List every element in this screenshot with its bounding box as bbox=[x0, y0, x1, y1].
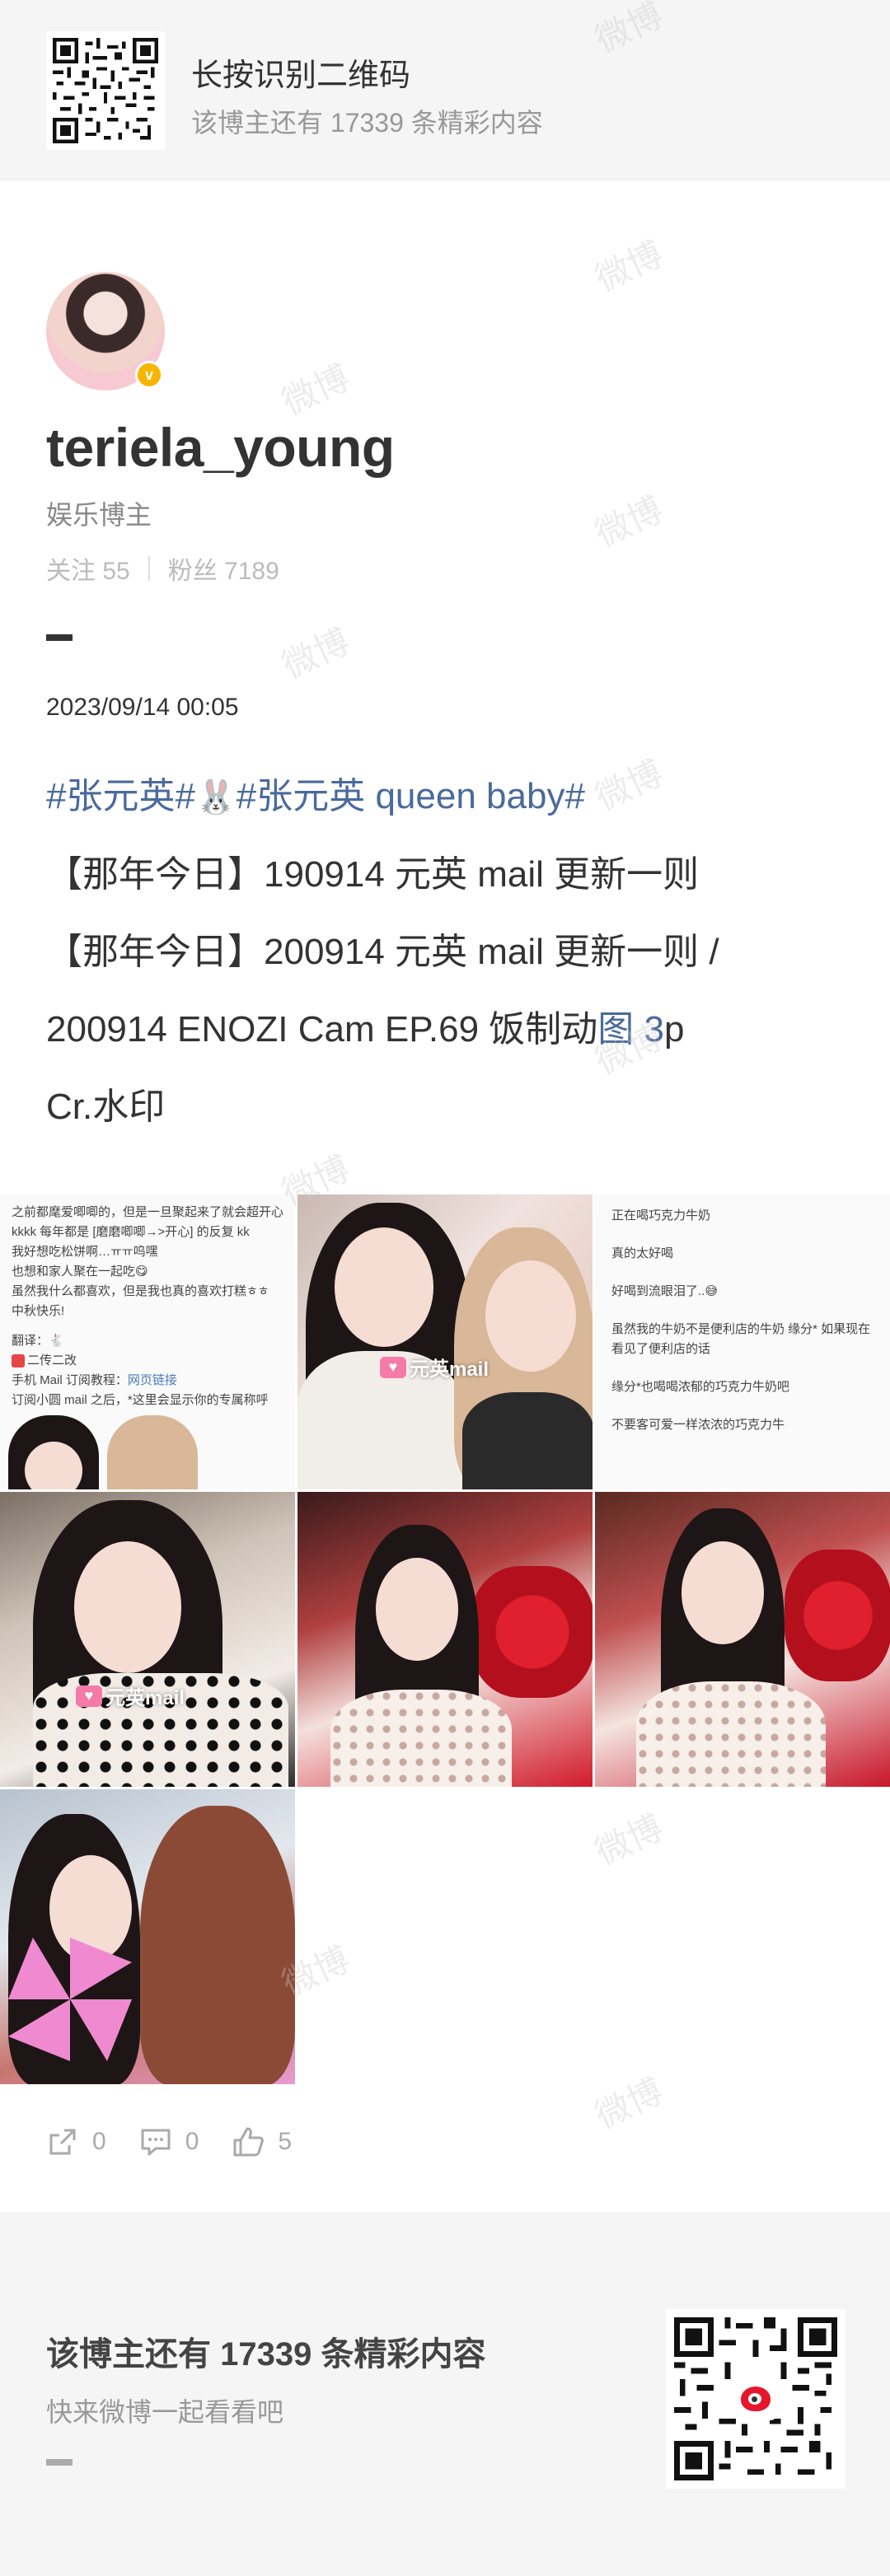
promo-title: 该博主还有 17339 条精彩内容 bbox=[46, 2336, 486, 2373]
photo-hair bbox=[140, 1806, 295, 2084]
photo-dress bbox=[636, 1681, 826, 1787]
comment-button[interactable]: 0 bbox=[139, 2125, 199, 2158]
photo-dress bbox=[330, 1690, 512, 1787]
post-line: 【那年今日】190914 元英 mail 更新一则 bbox=[46, 854, 700, 895]
comment-count: 0 bbox=[185, 2128, 199, 2155]
promo-divider bbox=[46, 2459, 73, 2466]
post-line: 【那年今日】200914 元英 mail 更新一则 / bbox=[46, 932, 719, 972]
image-tile-photo[interactable] bbox=[0, 1789, 295, 2084]
red-square-icon bbox=[12, 1354, 25, 1368]
mail-text-line: 之前都麾爱唧唧的，但是一旦聚起来了就会超开心 bbox=[12, 1205, 284, 1219]
promo-subtitle: 快来微博一起看看吧 bbox=[46, 2397, 284, 2427]
image-tile-selfie[interactable]: ♥ 元英mail bbox=[297, 1194, 593, 1489]
repost-icon bbox=[49, 2129, 76, 2155]
hashtag-link[interactable]: #张元英# bbox=[46, 776, 195, 816]
mail-text-line: 我好想吃松饼啊…ㅠㅠ呜嘿 bbox=[12, 1245, 158, 1259]
post-line-hashtags: #张元英#🐰#张元英 queen baby# bbox=[46, 758, 854, 836]
verified-badge-icon: v bbox=[135, 361, 163, 389]
promo-qr-code[interactable] bbox=[666, 2309, 846, 2489]
mail-text-line: 虽然我什么都喜欢，但是我也真的喜欢打糕ㅎㅎ bbox=[12, 1284, 269, 1298]
note-line: 缘分*也喝喝浓郁的巧克力牛奶吧 bbox=[611, 1380, 789, 1394]
watermark-text: 微博 bbox=[276, 621, 356, 686]
image-tile-photo[interactable]: ♥ 元英mail bbox=[0, 1492, 295, 1787]
photo-hair bbox=[107, 1415, 198, 1489]
image-link[interactable]: 图 3 bbox=[597, 1009, 664, 1050]
photo-shirt bbox=[462, 1392, 593, 1489]
post-line: Cr.水印 bbox=[46, 1087, 166, 1127]
note-line: 真的太好喝 bbox=[611, 1246, 674, 1260]
mail-text-line: 也想和家人聚在一起吃😋 bbox=[12, 1265, 148, 1279]
photo-face bbox=[74, 1541, 181, 1673]
qr-banner-title: 长按识别二维码 bbox=[191, 58, 411, 93]
repost-button[interactable]: 0 bbox=[46, 2125, 106, 2158]
heart-icon: ♥ bbox=[76, 1685, 102, 1707]
username[interactable]: teriela_young bbox=[46, 416, 395, 479]
mail-label: ♥ 元英mail bbox=[380, 1353, 489, 1382]
weibo-logo-icon bbox=[734, 2377, 777, 2420]
photo-face bbox=[335, 1227, 433, 1347]
user-stats: 关注 55 粉丝 7189 bbox=[46, 550, 279, 587]
post-actions: 0 0 5 bbox=[46, 2125, 325, 2158]
image-tile-photo[interactable] bbox=[297, 1492, 593, 1787]
user-role: 娱乐博主 bbox=[46, 500, 152, 530]
photo-face bbox=[682, 1541, 764, 1644]
watermark-text: 微博 bbox=[589, 489, 669, 554]
photo-face bbox=[485, 1260, 576, 1372]
watermark-text: 微博 bbox=[589, 2071, 669, 2136]
note-text-content: 正在喝巧克力牛奶 真的太好喝 好喝到流眼泪了..😅 虽然我的牛奶不是便利店的牛奶… bbox=[611, 1206, 882, 1453]
hashtag-link[interactable]: #张元英 queen baby# bbox=[237, 776, 585, 816]
like-button[interactable]: 5 bbox=[232, 2125, 292, 2158]
like-count: 5 bbox=[278, 2128, 293, 2155]
heart-icon: ♥ bbox=[380, 1356, 406, 1378]
section-divider bbox=[46, 634, 73, 641]
qr-banner: 长按识别二维码 该博主还有 17339 条精彩内容 bbox=[0, 0, 890, 181]
bunny-emoji-icon: 🐰 bbox=[194, 779, 237, 816]
image-tile-photo[interactable] bbox=[595, 1492, 890, 1787]
promo-banner: 该博主还有 17339 条精彩内容 快来微博一起看看吧 bbox=[0, 2212, 890, 2576]
repost-count: 0 bbox=[92, 2128, 106, 2155]
photo-flowers bbox=[785, 1550, 890, 1681]
tutorial-link[interactable]: 网页链接 bbox=[128, 1373, 177, 1387]
post-date: 2023/09/14 00:05 bbox=[46, 694, 239, 721]
post-line-text: 200914 ENOZI Cam EP.69 饭制动 bbox=[46, 1009, 598, 1050]
photo-face bbox=[376, 1558, 458, 1661]
thumbs-up-icon bbox=[233, 2127, 265, 2157]
comment-icon bbox=[141, 2129, 171, 2156]
mail-text-content: 之前都麾爱唧唧的，但是一旦聚起来了就会超开心 kkkk 每年都是 [磨磨唧唧→>… bbox=[12, 1203, 287, 1410]
image-tile-text-note[interactable]: 正在喝巧克力牛奶 真的太好喝 好喝到流眼泪了..😅 虽然我的牛奶不是便利店的牛奶… bbox=[595, 1194, 890, 1489]
mail-text-line: kkkk 每年都是 [磨磨唧唧→>开心] 的反复 kk bbox=[12, 1225, 250, 1239]
tutorial-line: 手机 Mail 订阅教程：网页链接 bbox=[12, 1373, 177, 1387]
qr-code[interactable] bbox=[46, 31, 165, 150]
following-count[interactable]: 关注 55 bbox=[46, 550, 130, 587]
watermark-text: 微博 bbox=[276, 358, 356, 423]
post-text: #张元英#🐰#张元英 queen baby# 【那年今日】190914 元英 m… bbox=[46, 758, 854, 1146]
followers-count[interactable]: 粉丝 7189 bbox=[168, 550, 279, 587]
subscribe-note: 订阅小圆 mail 之后，*这里会显示你的专属称呼 bbox=[12, 1393, 269, 1407]
note-line: 正在喝巧克力牛奶 bbox=[611, 1209, 711, 1223]
post-line: 200914 ENOZI Cam EP.69 饭制动图 3p bbox=[46, 991, 854, 1068]
repost-note: 二传二改 bbox=[12, 1351, 287, 1371]
watermark-text: 微博 bbox=[589, 1807, 669, 1872]
note-line: 好喝到流眼泪了..😅 bbox=[611, 1284, 718, 1298]
note-line: 不要客可爱一样浓浓的巧克力牛 bbox=[611, 1418, 785, 1432]
mail-label: ♥ 元英mail bbox=[76, 1681, 185, 1710]
note-line: 虽然我的牛奶不是便利店的牛奶 缘分* 如果现在看见了便利店的话 bbox=[611, 1322, 871, 1356]
mail-text-line: 中秋快乐! bbox=[12, 1304, 65, 1318]
stats-divider bbox=[148, 556, 150, 581]
post-line-text: p bbox=[663, 1009, 685, 1050]
watermark-text: 微博 bbox=[589, 234, 669, 299]
image-tile-mail-text[interactable]: 之前都麾爱唧唧的，但是一旦聚起来了就会超开心 kkkk 每年都是 [磨磨唧唧→>… bbox=[0, 1194, 295, 1489]
photo-flowers bbox=[471, 1566, 593, 1698]
translate-credit: 翻译：🐇 bbox=[12, 1334, 64, 1348]
qr-banner-subtitle: 该博主还有 17339 条精彩内容 bbox=[191, 108, 543, 138]
